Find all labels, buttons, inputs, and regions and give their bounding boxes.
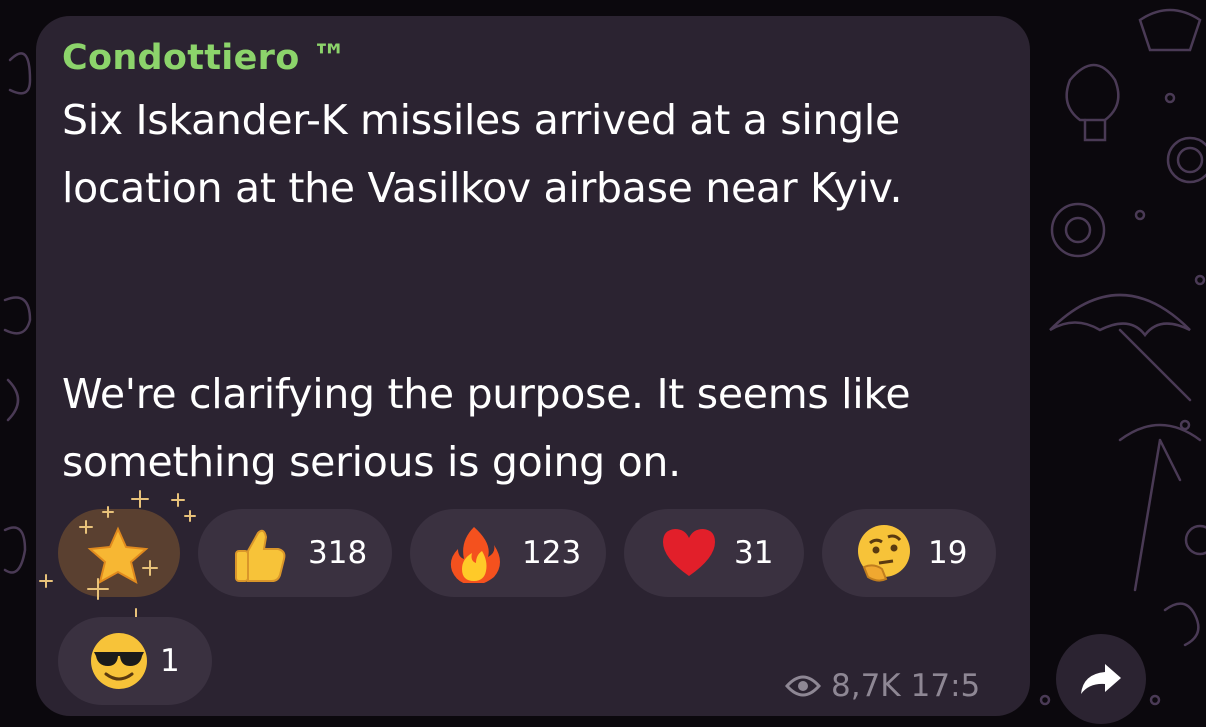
- reaction-fire[interactable]: 123: [410, 509, 606, 597]
- thumbs-up-icon: [235, 529, 286, 582]
- sender-name[interactable]: Condottiero ™: [62, 38, 347, 78]
- reaction-thumbs-up[interactable]: 318: [198, 509, 392, 597]
- reaction-count-thinking: 19: [928, 535, 968, 571]
- reaction-star[interactable]: [39, 490, 196, 628]
- message-paragraph-1: Six Iskander-K missiles arrived at a sin…: [62, 96, 903, 212]
- reaction-heart[interactable]: 31: [624, 509, 804, 597]
- reaction-sunglasses[interactable]: 1: [58, 617, 212, 705]
- fire-icon: [450, 527, 500, 583]
- reaction-count-thumbs-up: 318: [308, 535, 368, 571]
- thinking-face-icon: [858, 525, 910, 582]
- message-time: 17:5: [910, 668, 981, 704]
- heart-icon: [663, 529, 715, 576]
- sunglasses-face-icon: [91, 633, 147, 689]
- star-sparkle-icon: [39, 490, 196, 628]
- reaction-count-heart: 31: [734, 535, 774, 571]
- reaction-count-fire: 123: [522, 535, 582, 571]
- reaction-thinking[interactable]: 19: [822, 509, 996, 597]
- reaction-count-sunglasses: 1: [160, 643, 180, 679]
- eye-icon: [785, 675, 821, 697]
- message-meta: 8,7K 17:5: [785, 668, 980, 704]
- share-button[interactable]: [1056, 634, 1146, 724]
- view-count: 8,7K: [831, 668, 901, 704]
- message-paragraph-2: We're clarifying the purpose. It seems l…: [62, 370, 911, 486]
- share-arrow-icon: [1081, 664, 1121, 694]
